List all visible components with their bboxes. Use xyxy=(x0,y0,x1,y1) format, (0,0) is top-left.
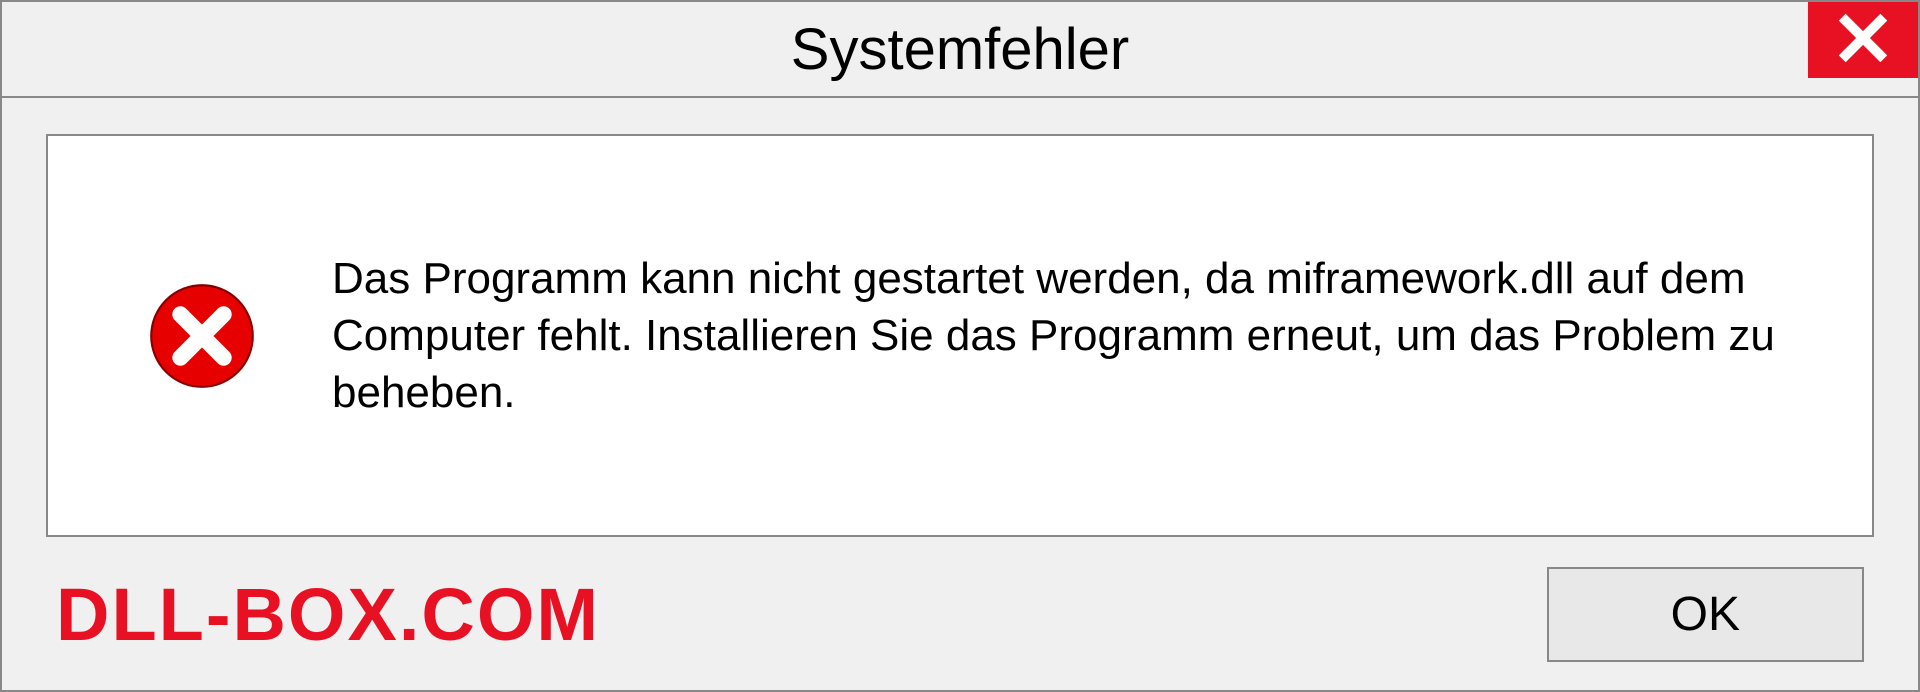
error-icon xyxy=(148,282,256,390)
content-area: Das Programm kann nicht gestartet werden… xyxy=(2,98,1918,690)
close-button[interactable] xyxy=(1808,2,1918,78)
titlebar: Systemfehler xyxy=(2,2,1918,98)
dialog-footer: DLL-BOX.COM OK xyxy=(46,537,1874,666)
error-message: Das Programm kann nicht gestartet werden… xyxy=(332,250,1792,422)
ok-button[interactable]: OK xyxy=(1547,567,1864,662)
error-dialog: Systemfehler Das Programm kann nicht ges… xyxy=(0,0,1920,692)
watermark-text: DLL-BOX.COM xyxy=(56,572,600,657)
close-icon xyxy=(1837,12,1889,69)
dialog-title: Systemfehler xyxy=(791,16,1129,83)
message-panel: Das Programm kann nicht gestartet werden… xyxy=(46,134,1874,537)
